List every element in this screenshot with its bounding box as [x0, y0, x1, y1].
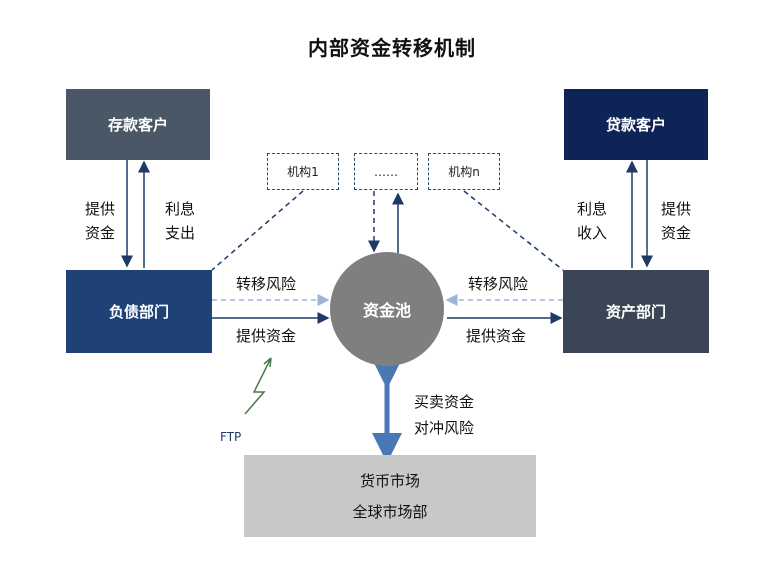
dashed-line-institution-1: [211, 190, 304, 271]
label-trade-funds: 买卖资金: [414, 393, 475, 411]
label-left-provide-funds-pool: 提供资金: [236, 327, 297, 345]
institution-1-box: 机构1: [267, 153, 339, 190]
label-right-provide-funds-asset: 提供资金: [466, 327, 527, 345]
ftp-lightning-icon: [244, 357, 272, 415]
market-box: 货币市场 全球市场部: [244, 455, 536, 537]
label-left-transfer-risk: 转移风险: [236, 275, 297, 293]
diagram-title: 内部资金转移机制: [308, 36, 476, 60]
liability-dept-box: 负债部门: [66, 270, 212, 353]
label-ftp: FTP: [220, 430, 242, 444]
label-interest-income: 利息 收入: [576, 200, 607, 242]
asset-dept-box: 资产部门: [563, 270, 709, 353]
institution-dots-box: ……: [354, 153, 418, 190]
label-interest-expense: 利息 支出: [164, 200, 195, 242]
fund-pool-circle: 资金池: [330, 252, 444, 366]
label-left-provide-funds: 提供 资金: [84, 200, 115, 242]
loan-customer-box: 贷款客户: [564, 89, 708, 160]
label-right-provide-funds: 提供 资金: [660, 200, 691, 242]
institution-n-box: 机构n: [428, 153, 500, 190]
label-hedge-risk: 对冲风险: [414, 419, 475, 437]
deposit-customer-box: 存款客户: [66, 89, 210, 160]
market-label-global-markets: 全球市场部: [352, 503, 428, 521]
dashed-line-institution-n: [463, 190, 564, 271]
market-label-money-market: 货币市场: [359, 472, 420, 490]
label-right-transfer-risk: 转移风险: [468, 275, 529, 293]
